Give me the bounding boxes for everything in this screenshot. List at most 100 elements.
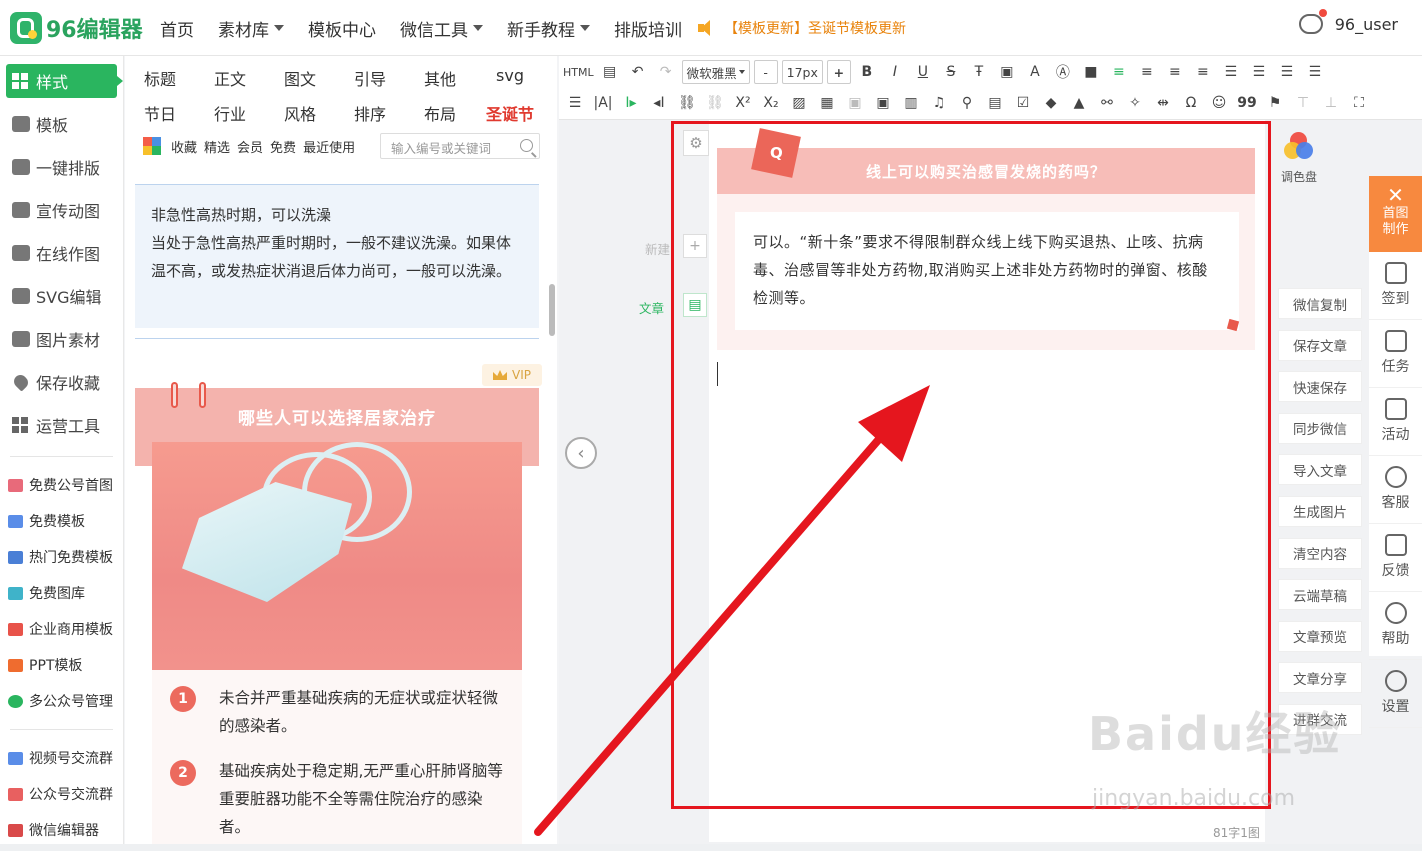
sidebar-item-template[interactable]: 模板 <box>0 102 123 145</box>
video-icon[interactable]: ▥ <box>899 91 923 115</box>
html-button[interactable]: HTML <box>563 60 594 84</box>
filter-featured[interactable]: 精选 <box>204 137 230 156</box>
link-wechat-editor[interactable]: 微信编辑器 <box>0 812 123 848</box>
format-icon[interactable]: ■ <box>1079 60 1103 84</box>
link-video-group[interactable]: 视频号交流群 <box>0 740 123 776</box>
text-box-icon[interactable]: ▣ <box>995 60 1019 84</box>
clear-content-button[interactable]: 清空内容 <box>1278 537 1362 569</box>
find-replace-icon[interactable]: ⚯ <box>1095 91 1119 115</box>
undo-icon[interactable]: ↶ <box>626 60 650 84</box>
unlink-icon[interactable]: ⛓ <box>703 91 727 115</box>
image-icon[interactable]: ▣ <box>843 91 867 115</box>
task-button[interactable]: 任务 <box>1369 320 1422 388</box>
emoji-icon[interactable]: ☺ <box>1207 91 1231 115</box>
template-card-bath[interactable]: 非急性高热时期，可以洗澡 当处于急性高热严重时期时，一般不建议洗澡。如果体温不高… <box>135 184 539 328</box>
fullscreen-icon[interactable]: ⛶ <box>1347 91 1371 115</box>
quick-save-button[interactable]: 快速保存 <box>1278 371 1362 403</box>
stamp-icon[interactable]: ⚲ <box>955 91 979 115</box>
link-commercial-templates[interactable]: 企业商用模板 <box>0 611 123 647</box>
bottom-icon[interactable]: ⊥ <box>1319 91 1343 115</box>
category-body[interactable]: 正文 <box>195 66 265 90</box>
first-indent-icon[interactable]: I▸ <box>619 91 643 115</box>
special-char-button[interactable]: Ω <box>1179 91 1203 115</box>
font-family-select[interactable]: 微软雅黑 <box>681 60 750 84</box>
text-spacing-icon[interactable]: Ŧ <box>967 60 991 84</box>
italic-button[interactable]: I <box>883 60 907 84</box>
wechat-copy-button[interactable]: 微信复制 <box>1278 288 1362 319</box>
category-guide[interactable]: 引导 <box>335 66 405 90</box>
user-menu[interactable]: 96_user <box>1298 9 1398 34</box>
category-festival[interactable]: 节日 <box>125 101 195 125</box>
category-christmas[interactable]: 圣诞节 <box>475 101 545 125</box>
nav-home[interactable]: 首页 <box>160 16 194 41</box>
collapse-panel-button[interactable]: ‹ <box>565 437 597 469</box>
save-article-button[interactable]: 保存文章 <box>1278 329 1362 361</box>
bold-button[interactable]: B <box>855 60 879 84</box>
link-hot-templates[interactable]: 热门免费模板 <box>0 539 123 575</box>
format-painter-icon[interactable]: ◆ <box>1039 91 1063 115</box>
align-center-icon[interactable]: ≡ <box>1135 60 1159 84</box>
list-format-icon[interactable]: ☰ <box>563 91 587 115</box>
settings-button[interactable]: 设置 <box>1369 660 1422 728</box>
sidebar-item-svg[interactable]: SVG编辑 <box>0 274 123 317</box>
filter-member[interactable]: 会员 <box>237 137 263 156</box>
table-icon[interactable]: ▦ <box>815 91 839 115</box>
sidebar-item-ops-tools[interactable]: 运营工具 <box>0 403 123 446</box>
template-search-input[interactable]: 输入编号或关键词 <box>380 133 540 159</box>
filter-favorites[interactable]: 收藏 <box>171 137 197 156</box>
panel-scrollbar[interactable] <box>549 284 555 336</box>
link-ppt-templates[interactable]: PPT模板 <box>0 647 123 683</box>
category-style[interactable]: 风格 <box>265 101 335 125</box>
feedback-button[interactable]: 反馈 <box>1369 524 1422 592</box>
align-left-icon[interactable]: ≡ <box>1107 60 1131 84</box>
sidebar-item-gif[interactable]: 宣传动图 <box>0 188 123 231</box>
font-size-input[interactable]: 17px <box>781 60 823 84</box>
checkbox-icon[interactable]: ☑ <box>1011 91 1035 115</box>
category-industry[interactable]: 行业 <box>195 101 265 125</box>
announcement-link[interactable]: 【模板更新】圣诞节模板更新 <box>698 18 906 38</box>
template-icon[interactable]: ▤ <box>598 60 622 84</box>
font-size-increase[interactable]: + <box>826 60 851 84</box>
flag-icon[interactable]: ⚑ <box>1263 91 1287 115</box>
nav-tutorial[interactable]: 新手教程 <box>507 16 590 41</box>
help-button[interactable]: 帮助 <box>1369 592 1422 660</box>
redo-icon[interactable]: ↷ <box>654 60 678 84</box>
music-icon[interactable]: ♫ <box>927 91 951 115</box>
list-icon[interactable]: ☰ <box>1303 60 1327 84</box>
search-icon[interactable] <box>520 139 533 152</box>
filter-free[interactable]: 免费 <box>270 137 296 156</box>
magic-icon[interactable]: ✧ <box>1123 91 1147 115</box>
activity-button[interactable]: 活动 <box>1369 388 1422 456</box>
nav-wechat-tools[interactable]: 微信工具 <box>400 16 483 41</box>
link-free-gallery[interactable]: 免费图库 <box>0 575 123 611</box>
color-filter-icon[interactable] <box>143 137 161 155</box>
checkin-button[interactable]: 签到 <box>1369 252 1422 320</box>
support-button[interactable]: 客服 <box>1369 456 1422 524</box>
brush-icon[interactable]: ▲ <box>1067 91 1091 115</box>
generate-image-button[interactable]: 生成图片 <box>1278 495 1362 527</box>
filter-recent[interactable]: 最近使用 <box>303 137 355 156</box>
sidebar-item-online-draw[interactable]: 在线作图 <box>0 231 123 274</box>
link-official-group[interactable]: 公众号交流群 <box>0 776 123 812</box>
category-title[interactable]: 标题 <box>125 66 195 90</box>
divider-icon[interactable]: ⇹ <box>1151 91 1175 115</box>
link-multi-account[interactable]: 多公众号管理 <box>0 683 123 719</box>
share-button[interactable]: 文章分享 <box>1278 662 1362 694</box>
align-right-icon[interactable]: ≡ <box>1163 60 1187 84</box>
sidebar-item-favorites[interactable]: 保存收藏 <box>0 360 123 403</box>
outdent-icon[interactable]: ◂I <box>647 91 671 115</box>
preview-button[interactable]: 文章预览 <box>1278 620 1362 652</box>
sidebar-item-one-click[interactable]: 一键排版 <box>0 145 123 188</box>
category-svg[interactable]: svg <box>475 66 545 90</box>
strikethrough-button[interactable]: S <box>939 60 963 84</box>
insert-image-icon[interactable]: ▣ <box>871 91 895 115</box>
category-image-text[interactable]: 图文 <box>265 66 335 90</box>
underline-button[interactable]: U <box>911 60 935 84</box>
sidebar-item-style[interactable]: 样式 <box>6 64 123 98</box>
category-other[interactable]: 其他 <box>405 66 475 90</box>
logo[interactable]: 96编辑器 <box>10 12 143 44</box>
link-free-templates[interactable]: 免费模板 <box>0 503 123 539</box>
category-sort[interactable]: 排序 <box>335 101 405 125</box>
category-layout[interactable]: 布局 <box>405 101 475 125</box>
cloud-draft-button[interactable]: 云端草稿 <box>1278 579 1362 611</box>
